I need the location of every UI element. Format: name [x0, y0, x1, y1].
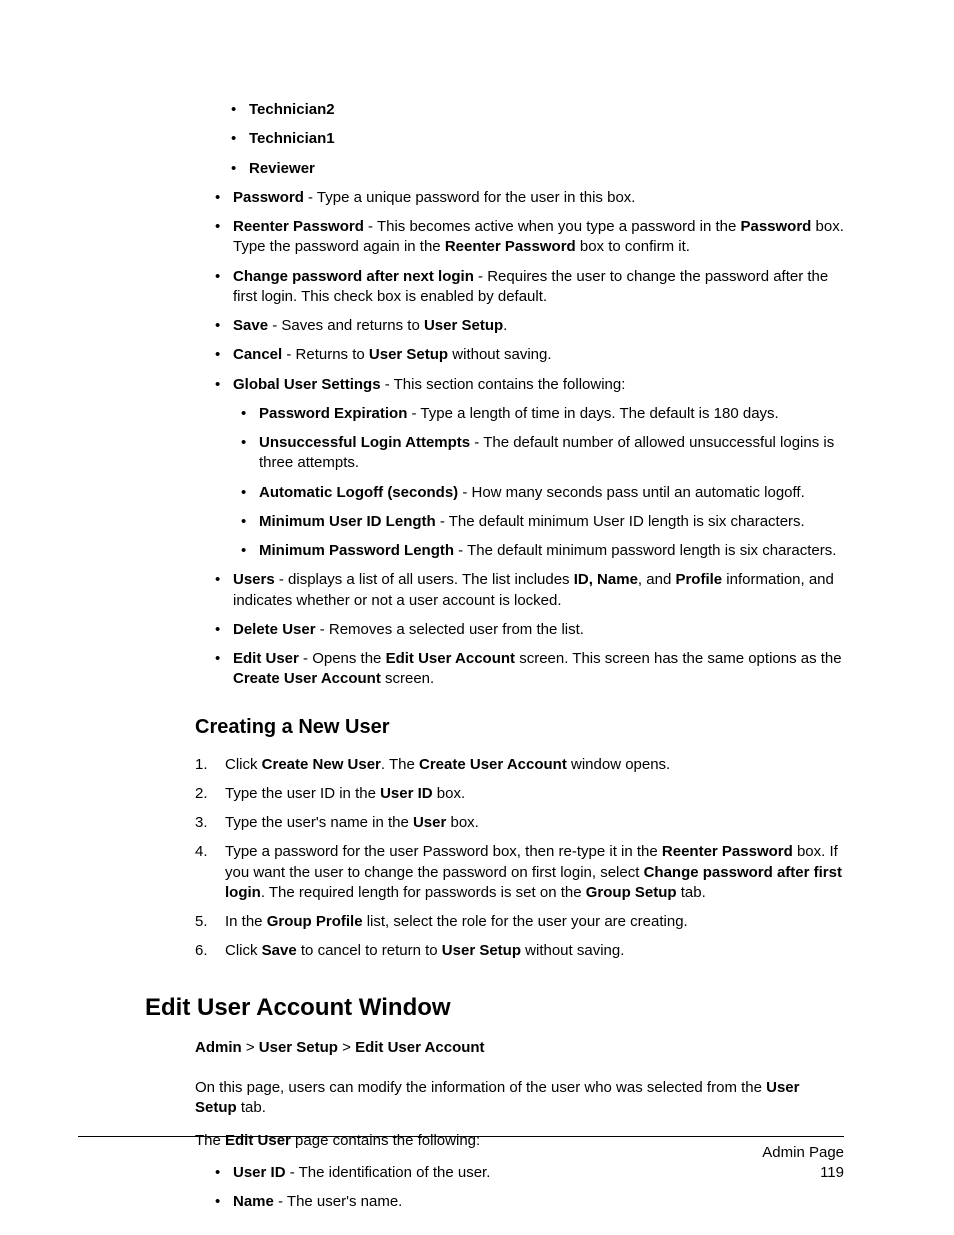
role-technician2: Technician2 — [249, 101, 335, 118]
list-item-min-userid-length: Minimum User ID Length - The default min… — [241, 512, 844, 532]
step-6: Click Save to cancel to return to User S… — [195, 941, 844, 961]
steps-list: Click Create New User. The Create User A… — [195, 755, 844, 962]
list-item-cancel: Cancel - Returns to User Setup without s… — [215, 345, 844, 365]
global-settings-sublist: Password Expiration - Type a length of t… — [241, 404, 844, 562]
list-item: Reviewer — [231, 159, 844, 179]
breadcrumb: Admin > User Setup > Edit User Account — [195, 1038, 844, 1058]
body-content: Technician2 Technician1 Reviewer /* hide… — [145, 100, 844, 1212]
top-bullet-list: Technician2 Technician1 Reviewer — [195, 100, 844, 179]
list-item-reenter-password: Reenter Password - This becomes active w… — [215, 217, 844, 258]
step-3: Type the user's name in the User box. — [195, 813, 844, 833]
role-list: Technician2 Technician1 Reviewer — [231, 100, 844, 179]
breadcrumb-admin: Admin — [195, 1039, 242, 1056]
heading-creating-new-user: Creating a New User — [195, 714, 844, 741]
list-item-min-password-length: Minimum Password Length - The default mi… — [241, 541, 844, 561]
heading-edit-user-account-window: Edit User Account Window — [145, 992, 844, 1024]
list-item-password-expiration: Password Expiration - Type a length of t… — [241, 404, 844, 424]
list-item: Technician2 — [231, 100, 844, 120]
list-item-delete-user: Delete User - Removes a selected user fr… — [215, 620, 844, 640]
role-technician1: Technician1 — [249, 130, 335, 147]
step-1: Click Create New User. The Create User A… — [195, 755, 844, 775]
step-2: Type the user ID in the User ID box. — [195, 784, 844, 804]
list-item-automatic-logoff: Automatic Logoff (seconds) - How many se… — [241, 483, 844, 503]
breadcrumb-user-setup: User Setup — [259, 1039, 338, 1056]
list-item-edit-user: Edit User - Opens the Edit User Account … — [215, 649, 844, 690]
list-item: Technician1 — [231, 129, 844, 149]
list-item-unsuccessful-logins: Unsuccessful Login Attempts - The defaul… — [241, 433, 844, 474]
role-reviewer: Reviewer — [249, 160, 315, 177]
page-footer: Admin Page 119 — [78, 1136, 844, 1184]
list-item-save: Save - Saves and returns to User Setup. — [215, 316, 844, 336]
document-page: Technician2 Technician1 Reviewer /* hide… — [0, 0, 954, 1235]
list-item-users: Users - displays a list of all users. Th… — [215, 570, 844, 611]
footer-page-number: 119 — [78, 1163, 844, 1183]
list-item-password: Password - Type a unique password for th… — [215, 188, 844, 208]
step-4: Type a password for the user Password bo… — [195, 842, 844, 903]
edit-intro-paragraph: On this page, users can modify the infor… — [195, 1078, 844, 1119]
breadcrumb-edit-user-account: Edit User Account — [355, 1039, 484, 1056]
list-item-name: Name - The user's name. — [215, 1192, 844, 1212]
list-item: Technician2 Technician1 Reviewer — [215, 100, 844, 179]
definition-list: Password - Type a unique password for th… — [195, 188, 844, 690]
footer-title: Admin Page — [78, 1143, 844, 1163]
list-item-change-password: Change password after next login - Requi… — [215, 267, 844, 308]
step-5: In the Group Profile list, select the ro… — [195, 912, 844, 932]
list-item-global-settings: Global User Settings - This section cont… — [215, 375, 844, 562]
